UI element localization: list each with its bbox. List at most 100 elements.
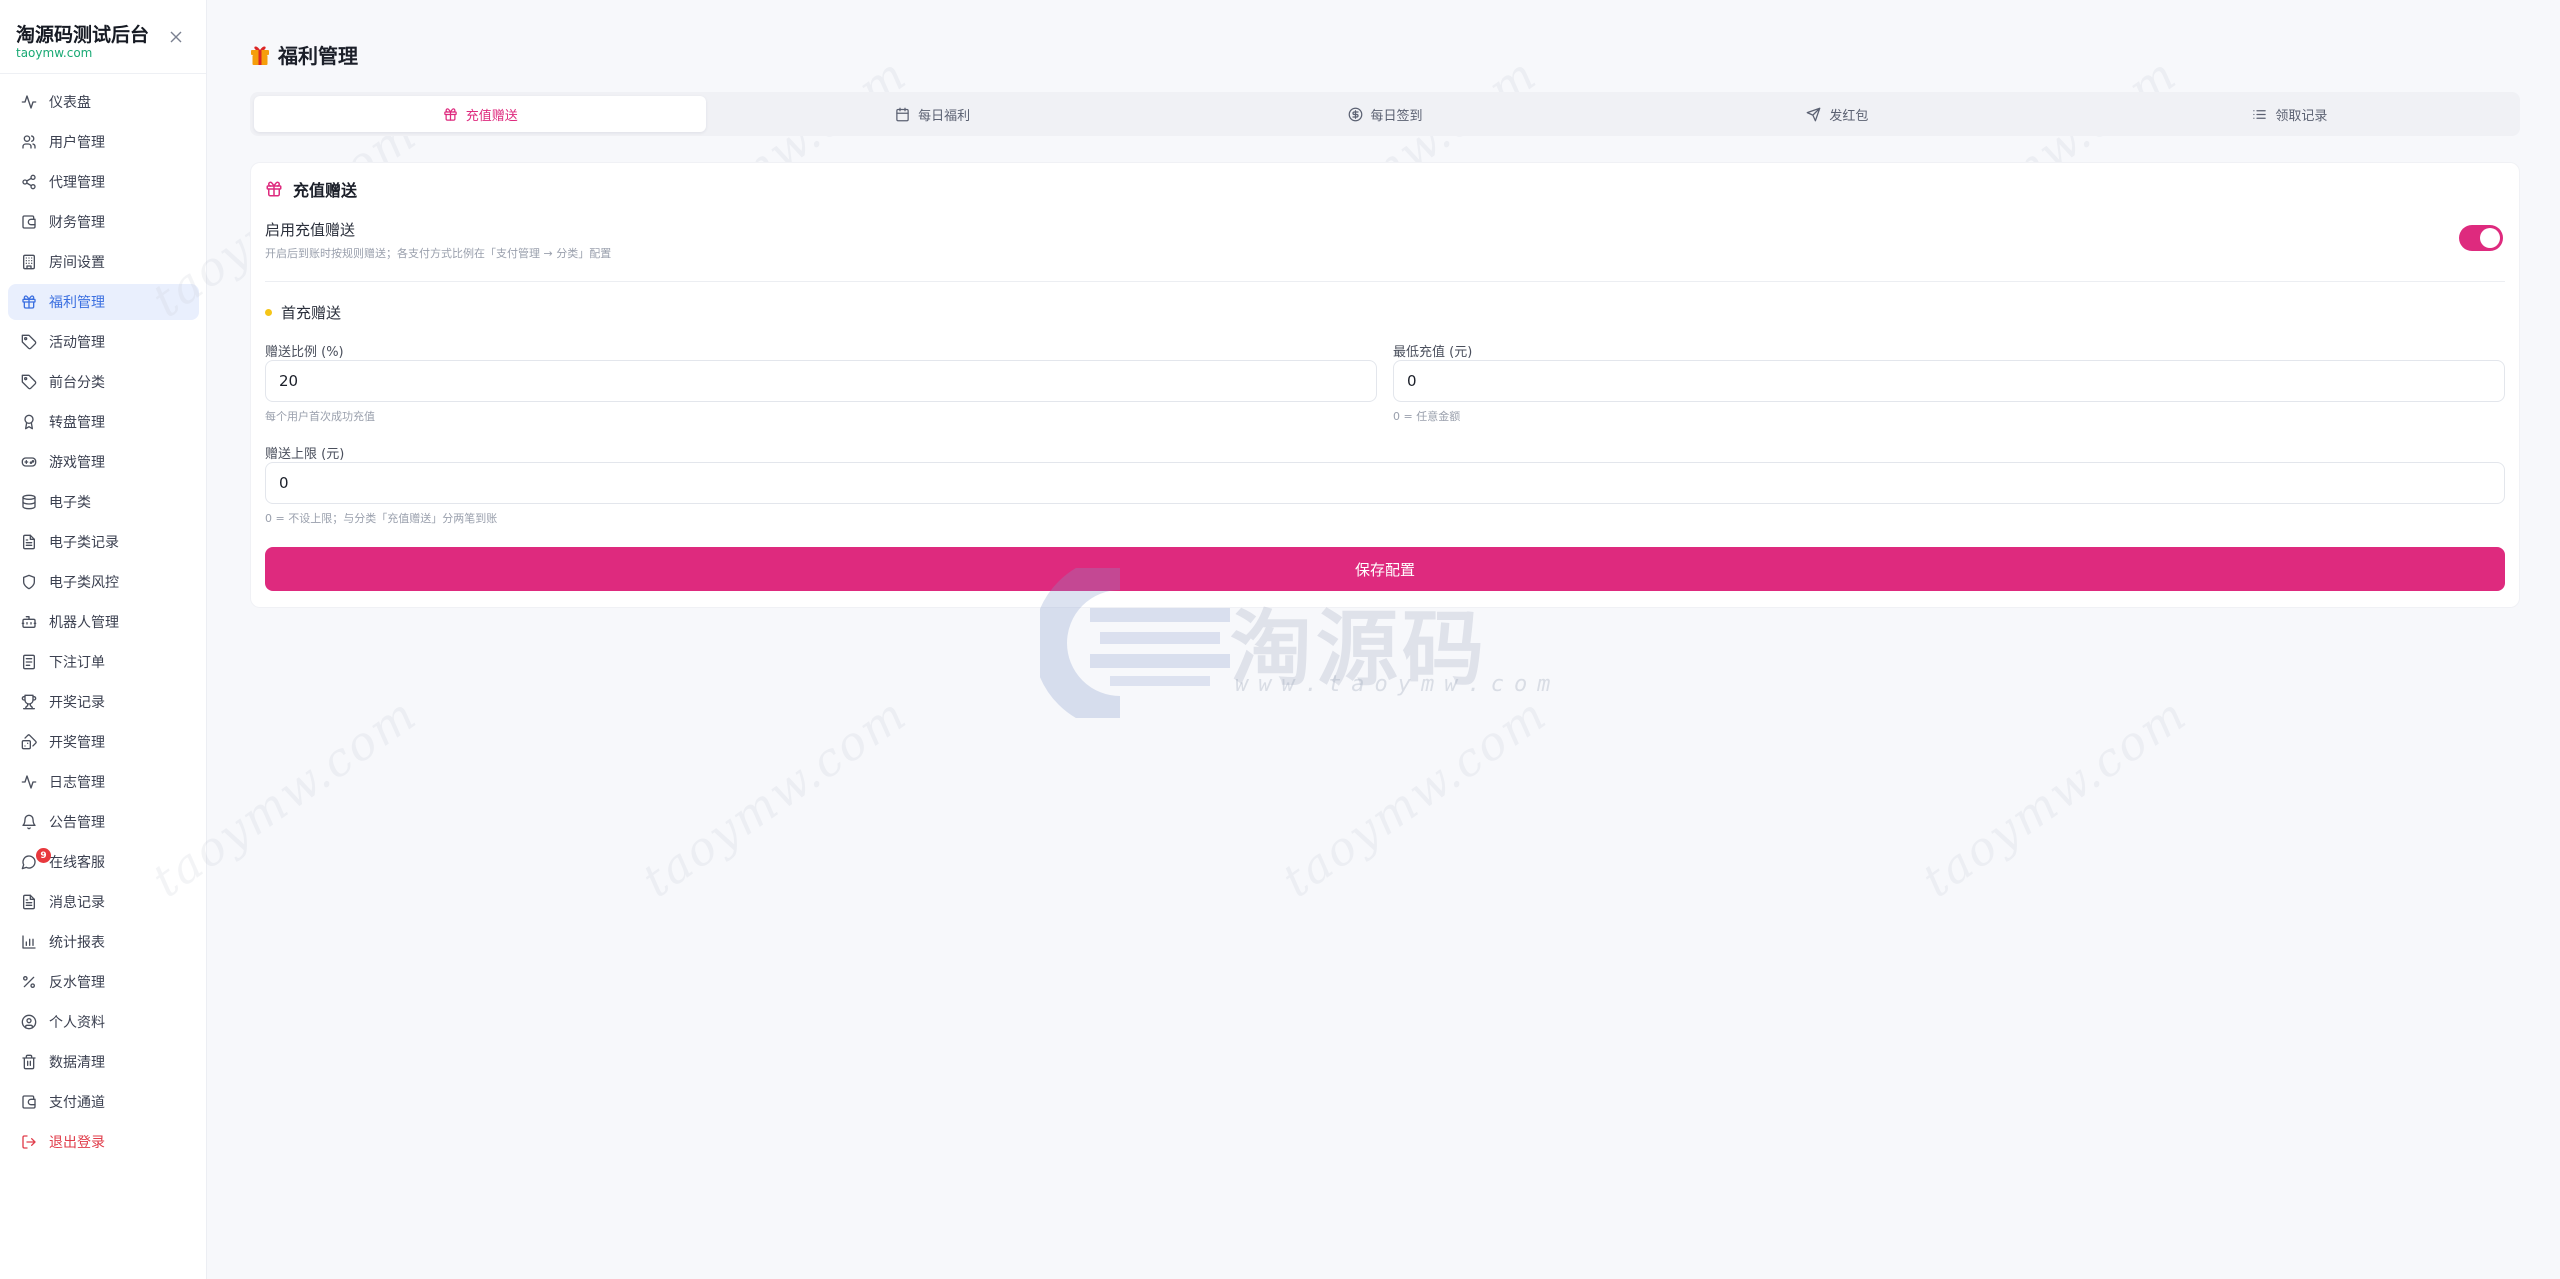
sidebar-item-24[interactable]: 数据清理 <box>8 1044 199 1080</box>
wallet-icon <box>21 1094 37 1110</box>
sidebar-item-12[interactable]: 电子类风控 <box>8 564 199 600</box>
sidebar-item-9[interactable]: 游戏管理 <box>8 444 199 480</box>
sidebar-item-1[interactable]: 用户管理 <box>8 124 199 160</box>
sidebar-item-5[interactable]: 福利管理 <box>8 284 199 320</box>
tab-2[interactable]: 每日签到 <box>1159 96 1611 132</box>
bar-chart-icon <box>22 935 36 949</box>
sidebar-item-label: 代理管理 <box>49 175 105 191</box>
gift-icon <box>266 181 282 197</box>
sidebar-item-8[interactable]: 转盘管理 <box>8 404 199 440</box>
sidebar: 淘源码测试后台 taoymw.com 仪表盘用户管理代理管理财务管理房间设置福利… <box>0 0 207 1279</box>
bell-icon <box>21 814 37 830</box>
card-title: 充值赠送 <box>293 181 358 200</box>
tag-icon <box>21 334 37 350</box>
file-text-icon <box>23 534 35 550</box>
activity-icon <box>21 94 37 110</box>
sidebar-item-4[interactable]: 房间设置 <box>8 244 199 280</box>
gift-icon <box>22 295 36 309</box>
sidebar-item-21[interactable]: 统计报表 <box>8 924 199 960</box>
wallet-icon <box>22 215 36 229</box>
gamepad-icon <box>21 457 37 467</box>
sidebar-item-19[interactable]: 在线客服 9 <box>8 844 199 880</box>
sidebar-item-label: 电子类 <box>49 495 91 511</box>
sidebar-item-6[interactable]: 活动管理 <box>8 324 199 360</box>
sidebar-item-14[interactable]: 下注订单 <box>8 644 199 680</box>
sidebar-item-label: 日志管理 <box>49 775 105 791</box>
sidebar-item-25[interactable]: 支付通道 <box>8 1084 199 1120</box>
logout-icon <box>22 1135 36 1149</box>
tab-1[interactable]: 每日福利 <box>706 96 1158 132</box>
send-icon <box>1807 107 1821 121</box>
ratio-input[interactable] <box>265 360 1377 402</box>
sidebar-item-label: 福利管理 <box>49 295 105 311</box>
sidebar-item-15[interactable]: 开奖记录 <box>8 684 199 720</box>
sidebar-item-22[interactable]: 反水管理 <box>8 964 199 1000</box>
sidebar-item-label: 在线客服 <box>49 855 105 871</box>
users-icon <box>21 134 37 150</box>
bot-icon <box>21 614 37 630</box>
sidebar-item-17[interactable]: 日志管理 <box>8 764 199 800</box>
gift-icon <box>443 107 457 121</box>
receipt-icon <box>23 654 35 670</box>
tab-3[interactable]: 发红包 <box>1611 96 2063 132</box>
database-icon <box>21 494 37 510</box>
unread-badge: 9 <box>36 848 51 863</box>
close-sidebar-button[interactable] <box>166 27 186 47</box>
share-icon <box>22 174 36 190</box>
enable-toggle[interactable] <box>2459 225 2503 251</box>
divider <box>265 281 2505 282</box>
award-icon <box>21 414 37 430</box>
coin-icon <box>1348 107 1362 121</box>
award-icon <box>24 414 34 430</box>
brand-subtitle: taoymw.com <box>16 46 93 60</box>
building-icon <box>21 254 37 270</box>
sidebar-item-11[interactable]: 电子类记录 <box>8 524 199 560</box>
cap-input[interactable] <box>265 462 2505 504</box>
logout-icon <box>21 1134 37 1150</box>
sidebar-item-label: 数据清理 <box>49 1055 105 1071</box>
tab-4[interactable]: 领取记录 <box>2064 96 2516 132</box>
sidebar-item-2[interactable]: 代理管理 <box>8 164 199 200</box>
tab-label: 充值赠送 <box>465 108 518 124</box>
close-icon <box>170 31 182 43</box>
watermark-text: taoymw.com <box>1912 686 2197 908</box>
bot-icon <box>21 616 37 628</box>
file-text-icon <box>21 894 37 910</box>
sidebar-item-20[interactable]: 消息记录 <box>8 884 199 920</box>
sidebar-nav: 仪表盘用户管理代理管理财务管理房间设置福利管理活动管理前台分类转盘管理游戏管理电… <box>0 84 207 1164</box>
sidebar-item-18[interactable]: 公告管理 <box>8 804 199 840</box>
sidebar-item-10[interactable]: 电子类 <box>8 484 199 520</box>
sidebar-item-23[interactable]: 个人资料 <box>8 1004 199 1040</box>
section-title-text: 首充赠送 <box>281 304 342 322</box>
chat-icon <box>21 855 36 870</box>
file-text-icon <box>21 534 37 550</box>
wallet-icon <box>22 1095 36 1109</box>
sidebar-item-label: 仪表盘 <box>49 95 91 111</box>
sidebar-item-0[interactable]: 仪表盘 <box>8 84 199 120</box>
tab-label: 每日福利 <box>918 108 971 124</box>
sidebar-item-13[interactable]: 机器人管理 <box>8 604 199 640</box>
sidebar-item-label: 前台分类 <box>49 375 105 391</box>
sidebar-item-7[interactable]: 前台分类 <box>8 364 199 400</box>
card-header: 充值赠送 <box>265 177 357 201</box>
tab-label: 每日签到 <box>1370 108 1423 124</box>
sidebar-item-label: 电子类记录 <box>49 535 119 551</box>
tab-label: 发红包 <box>1829 108 1869 124</box>
tab-0[interactable]: 充值赠送 <box>254 96 707 132</box>
sidebar-item-label: 开奖管理 <box>49 735 105 751</box>
page-header: 福利管理 <box>250 40 358 69</box>
min-recharge-hint: 0 = 任意金额 <box>1393 410 1461 423</box>
save-config-button[interactable]: 保存配置 <box>265 547 2505 591</box>
sidebar-item-label: 游戏管理 <box>49 455 105 471</box>
sidebar-item-label: 下注订单 <box>49 655 105 671</box>
sidebar-item-label: 支付通道 <box>49 1095 105 1111</box>
brand: 淘源码测试后台 taoymw.com <box>0 0 206 74</box>
wallet-icon <box>21 214 37 230</box>
user-circle-icon <box>21 1014 37 1030</box>
users-icon <box>22 135 36 149</box>
sidebar-item-label: 机器人管理 <box>49 615 119 631</box>
sidebar-item-26[interactable]: 退出登录 <box>8 1124 199 1160</box>
sidebar-item-16[interactable]: 开奖管理 <box>8 724 199 760</box>
min-recharge-input[interactable] <box>1393 360 2505 402</box>
sidebar-item-3[interactable]: 财务管理 <box>8 204 199 240</box>
